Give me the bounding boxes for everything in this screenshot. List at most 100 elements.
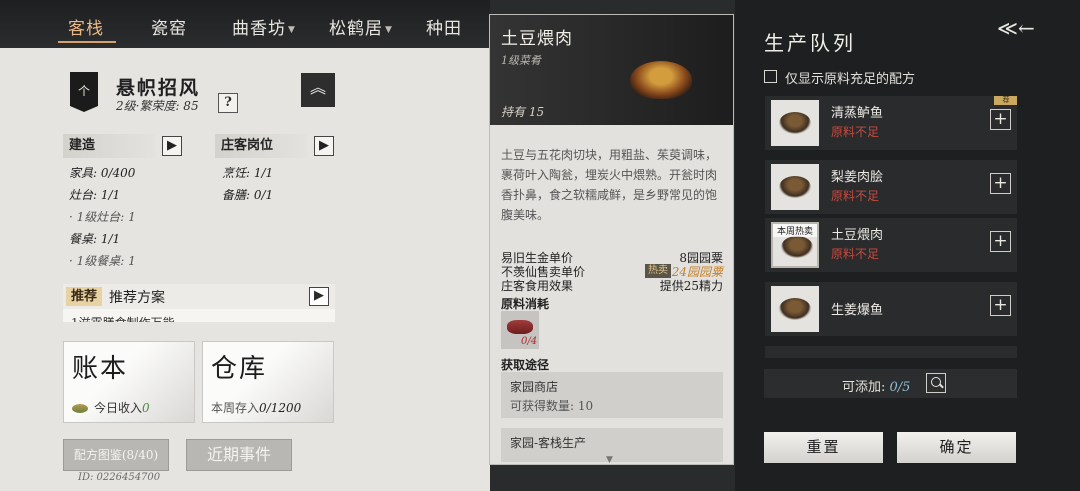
recommend-badge: 荐 <box>994 96 1017 105</box>
upgrade-button[interactable]: ︽ <box>301 73 335 107</box>
user-id: ID: 0226454700 <box>78 472 161 483</box>
queue-item[interactable]: 清蒸鲈鱼 原料不足 荐 + <box>765 96 1017 150</box>
add-counter-bar: 可添加: 0/5 <box>764 369 1017 398</box>
source-label: 获取途径 <box>501 358 550 372</box>
furniture-stat: 家具: 0/400 <box>69 166 136 180</box>
build-expand-button[interactable]: ▶ <box>162 136 182 156</box>
dish-thumbnail <box>771 100 819 146</box>
confirm-button[interactable]: 确定 <box>897 432 1016 463</box>
add-button[interactable]: + <box>990 109 1011 130</box>
coin-icon <box>72 404 88 413</box>
table-stat: 餐桌: 1/1 <box>69 232 121 246</box>
inn-name: 悬帜招风 <box>116 77 201 99</box>
dish-category: 1级菜肴 <box>501 54 541 67</box>
queue-item-name: 梨姜肉脍 <box>831 170 884 185</box>
source-home-shop-title: 家园商店 <box>510 380 559 394</box>
pork-icon <box>507 320 533 334</box>
queue-item-status: 原料不足 <box>831 125 880 139</box>
staff-header: 庄客岗位 <box>215 134 307 158</box>
recommend-header: 推荐 推荐方案 ▶ <box>63 284 335 309</box>
collapse-arrow-icon[interactable]: ≪← <box>997 16 1035 40</box>
ledger-title: 账本 <box>72 354 129 384</box>
ledger-income-label: 今日收入 <box>94 401 143 415</box>
prep-stat: 备膳: 0/1 <box>222 188 274 202</box>
top-nav: 客栈 瓷窑 曲香坊 ▼ 松鹤居 ▼ 种田 <box>0 0 490 48</box>
queue-item[interactable]: 本周热卖 土豆煨肉 原料不足 + <box>765 218 1017 272</box>
source-home-shop[interactable]: 家园商店 可获得数量: 10 <box>501 372 723 418</box>
inn-banner-icon: 个 <box>70 72 98 112</box>
queue-item-status: 原料不足 <box>831 247 880 261</box>
effect-label: 庄客食用效果 <box>501 279 574 293</box>
scroll-down-icon: ▼ <box>606 455 613 465</box>
dish-bowl-image <box>779 298 811 320</box>
dish-thumbnail: 本周热卖 <box>771 222 819 268</box>
recommend-expand-button[interactable]: ▶ <box>309 287 329 306</box>
recent-events-button[interactable]: 近期事件 <box>186 439 292 471</box>
add-button[interactable]: + <box>990 173 1011 194</box>
add-counter-label: 可添加: <box>842 380 890 395</box>
recipe-book-button[interactable]: 配方图鉴(8/40) <box>63 439 169 471</box>
ledger-income-value: 0 <box>142 401 150 415</box>
production-queue-panel: 生产队列 ≪← 仅显示原料充足的配方 清蒸鲈鱼 原料不足 荐 + 梨姜肉脍 原料… <box>735 0 1080 491</box>
tab-brewery[interactable]: 曲香坊 ▼ <box>232 14 296 39</box>
stew-pot-image <box>630 61 692 99</box>
recommend-peek-text: 1滋露膳食制作万能 <box>71 314 175 322</box>
warehouse-title: 仓库 <box>211 354 268 384</box>
warehouse-stored-label: 本周存入 <box>211 401 260 415</box>
search-icon[interactable] <box>926 373 946 393</box>
build-header: 建造 <box>63 134 155 158</box>
reset-button[interactable]: 重置 <box>764 432 883 463</box>
queue-item[interactable]: 梨姜肉脍 原料不足 + <box>765 160 1017 214</box>
tab-brewery-label: 曲香坊 <box>232 19 286 39</box>
material-slot[interactable]: 0/4 <box>501 311 539 349</box>
chevron-down-icon: ▼ <box>385 24 393 35</box>
recommend-tag: 推荐 <box>66 287 103 306</box>
source-home-shop-qty: 可获得数量: 10 <box>510 399 594 413</box>
tab-songhe-label: 松鹤居 <box>329 19 383 39</box>
tab-songhe[interactable]: 松鹤居 ▼ <box>329 14 393 39</box>
queue-item[interactable]: 生姜爆鱼 + <box>765 282 1017 336</box>
dish-detail-panel: 土豆煨肉 1级菜肴 持有 15 土豆与五花肉切块，用粗盐、茱萸调味，裹荷叶入陶瓮… <box>489 14 734 465</box>
effect-value: 提供25精力 <box>659 279 723 293</box>
stove-level-stat: · 1级灶台: 1 <box>69 210 136 224</box>
queue-item-status: 原料不足 <box>831 189 880 203</box>
double-chevron-up-icon: ︽ <box>309 78 326 97</box>
materials-label: 原料消耗 <box>501 297 550 311</box>
dish-description: 土豆与五花肉切块，用粗盐、茱萸调味，裹荷叶入陶瓮，埋炭火中煨熟。开瓮时肉香扑鼻，… <box>501 148 718 222</box>
queue-item-partial <box>765 346 1017 358</box>
add-button[interactable]: + <box>990 231 1011 252</box>
source-inn-production-title: 家园-客栈生产 <box>510 436 587 450</box>
chevron-down-icon: ▼ <box>288 24 296 35</box>
stove-stat: 灶台: 1/1 <box>69 188 121 202</box>
dish-bowl-image <box>779 112 811 134</box>
material-count: 0/4 <box>521 336 538 347</box>
hot-sale-tag: 热卖 <box>645 264 671 278</box>
queue-list: 清蒸鲈鱼 原料不足 荐 + 梨姜肉脍 原料不足 + 本周热卖 土豆煨肉 原料不足… <box>765 96 1017 358</box>
tab-kiln[interactable]: 瓷窑 <box>151 14 187 39</box>
queue-title: 生产队列 <box>764 31 856 55</box>
dish-thumbnail <box>771 286 819 332</box>
queue-item-name: 生姜爆鱼 <box>831 303 884 318</box>
tab-inn[interactable]: 客栈 <box>68 14 104 39</box>
dish-owned: 持有 15 <box>501 105 545 119</box>
warehouse-stored-value: 0/1200 <box>259 401 302 415</box>
weekly-hot-tag: 本周热卖 <box>773 224 817 237</box>
dish-name: 土豆煨肉 <box>501 29 573 49</box>
help-button[interactable]: ? <box>218 93 238 113</box>
queue-item-name: 土豆煨肉 <box>831 228 884 243</box>
active-tab-underline <box>58 41 116 43</box>
dish-header: 土豆煨肉 1级菜肴 持有 15 <box>490 15 733 125</box>
cook-stat: 烹饪: 1/1 <box>222 166 274 180</box>
dish-thumbnail <box>771 164 819 210</box>
ledger-card[interactable]: 账本 今日收入0 <box>63 341 195 423</box>
dish-bowl-image <box>781 236 813 258</box>
filter-checkbox[interactable] <box>764 70 777 83</box>
warehouse-card[interactable]: 仓库 本周存入0/1200 <box>202 341 334 423</box>
dish-body: 土豆与五花肉切块，用粗盐、茱萸调味，裹荷叶入陶瓮，埋炭火中煨熟。开瓮时肉香扑鼻，… <box>490 125 733 464</box>
warehouse-stored: 本周存入0/1200 <box>211 399 301 416</box>
add-button[interactable]: + <box>990 295 1011 316</box>
tab-farming[interactable]: 种田 <box>426 14 462 39</box>
effect-row: 庄客食用效果 提供25精力 <box>501 277 723 294</box>
dish-bowl-image <box>779 176 811 198</box>
staff-expand-button[interactable]: ▶ <box>314 136 334 156</box>
